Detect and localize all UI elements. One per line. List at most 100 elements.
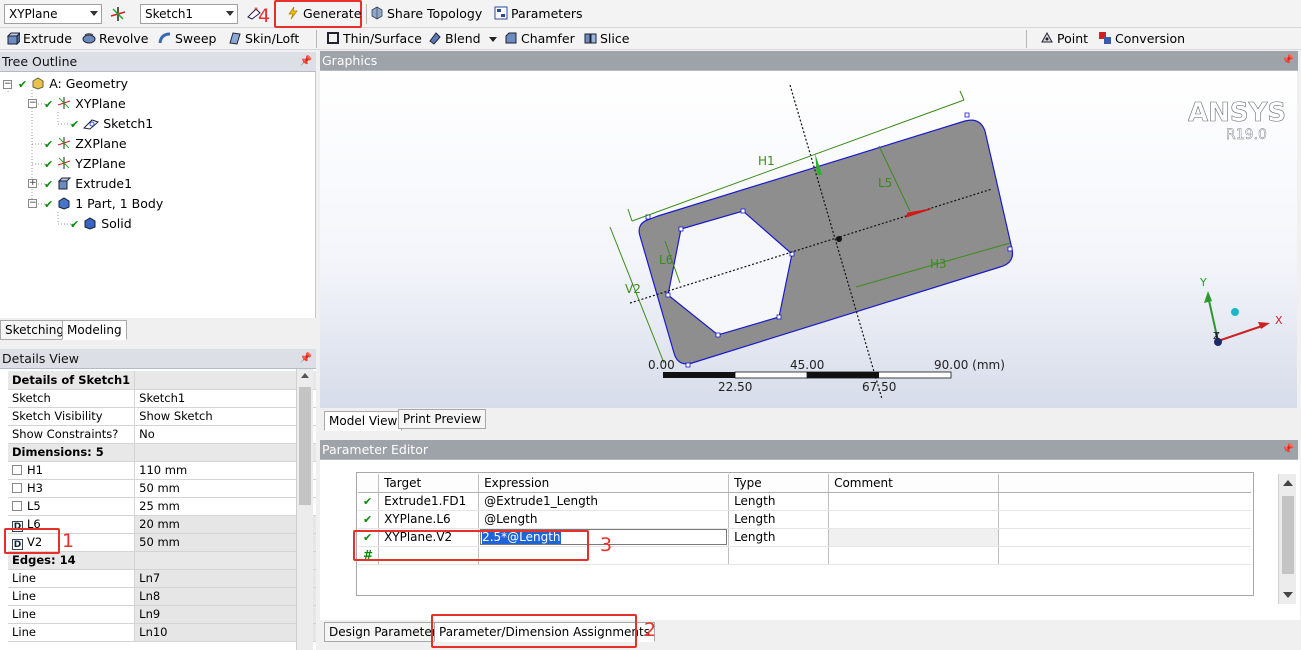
extrude-button[interactable]: Extrude: [6, 29, 72, 49]
tree-item-yzplane[interactable]: ✔ YZPlane: [44, 155, 126, 173]
new-plane-icon[interactable]: [110, 6, 126, 22]
skin-loft-button[interactable]: Skin/Loft: [228, 29, 299, 49]
tab-design-parameters[interactable]: Design Parameters: [324, 622, 448, 642]
tree-item-extrude1[interactable]: ✔ Extrude1: [44, 175, 132, 193]
tab-print-preview[interactable]: Print Preview: [398, 409, 487, 429]
column-header-target[interactable]: Target: [378, 474, 480, 493]
point-button[interactable]: Point: [1040, 29, 1088, 49]
parameter-checkbox[interactable]: [12, 501, 22, 511]
details-view: Details of Sketch1 Sketch Sketch1 Sketch Vi…: [0, 369, 316, 650]
plane-axis-icon: [58, 137, 71, 149]
scale-label: 0.00: [648, 358, 675, 372]
details-row[interactable]: H1 110 mm: [8, 461, 316, 480]
plane-select[interactable]: XYPlane: [4, 4, 102, 24]
check-icon: ✔: [44, 158, 54, 171]
details-scrollbar[interactable]: [296, 369, 313, 650]
parameter-scrollbar[interactable]: [1278, 474, 1296, 604]
chevron-down-icon[interactable]: [1283, 592, 1293, 598]
slice-icon: [584, 33, 597, 44]
details-row[interactable]: Show Constraints? No: [8, 425, 316, 444]
parameter-checkbox[interactable]: [12, 483, 22, 493]
details-row[interactable]: Sketch Visibility Show Sketch: [8, 407, 316, 426]
tree-item-parts[interactable]: ✔ 1 Part, 1 Body: [44, 195, 163, 213]
details-group-row: Dimensions: 5: [8, 443, 316, 462]
details-row[interactable]: Line Ln9: [8, 605, 316, 624]
tree-item-geometry[interactable]: ✔ A: Geometry: [18, 75, 128, 93]
parameters-button[interactable]: Parameters: [494, 4, 583, 24]
chevron-up-icon[interactable]: [1283, 480, 1293, 486]
revolve-button[interactable]: Revolve: [82, 29, 148, 49]
details-view-header: Details View 📌: [0, 349, 316, 369]
chevron-down-icon[interactable]: [488, 37, 497, 42]
lightning-icon: [288, 6, 298, 20]
graphics-header: Graphics 📌: [320, 51, 1298, 71]
thin-surface-button[interactable]: Thin/Surface: [326, 29, 422, 49]
version-label: R19.0: [1226, 127, 1267, 143]
tree-item-solid[interactable]: ✔ Solid: [70, 215, 132, 233]
tree-item-zxplane[interactable]: ✔ ZXPlane: [44, 135, 127, 153]
table-row[interactable]: ✔ Extrude1.FD1 @Extrude1_Length Length: [358, 492, 1251, 511]
collapse-toggle[interactable]: −: [3, 80, 12, 89]
blend-button[interactable]: Blend: [428, 29, 497, 49]
parameter-editor-header: Parameter Editor 📌: [320, 440, 1298, 460]
details-row[interactable]: Line Ln8: [8, 587, 316, 606]
details-row[interactable]: H3 50 mm: [8, 479, 316, 498]
generate-button[interactable]: Generate: [286, 4, 361, 24]
expand-toggle[interactable]: +: [28, 179, 37, 188]
pin-icon[interactable]: 📌: [1282, 51, 1294, 71]
chevron-up-icon[interactable]: [301, 373, 309, 378]
tree-item-sketch1[interactable]: ✔ Sketch1: [70, 115, 153, 133]
annotation-number-3: 3: [600, 534, 613, 556]
scale-label: 90.00 (mm): [934, 358, 1005, 372]
tab-modeling[interactable]: Modeling: [62, 320, 127, 340]
details-row[interactable]: Sketch Sketch1: [8, 389, 316, 408]
dim-l5-label[interactable]: L5: [878, 176, 892, 190]
model-view[interactable]: H1 L5 L6 V2 H3 ANSYS R19.0 0.00 45.00 90…: [320, 71, 1297, 408]
plane-axis-icon: [58, 157, 71, 169]
details-row[interactable]: Line Ln7: [8, 569, 316, 588]
dim-h1-label[interactable]: H1: [758, 154, 775, 168]
scale-label: 45.00: [790, 358, 824, 372]
column-header-expression[interactable]: Expression: [478, 474, 730, 493]
share-topology-icon: [371, 6, 383, 20]
geometry-icon: [32, 77, 44, 90]
extrude-icon: [6, 32, 20, 45]
pin-icon[interactable]: 📌: [300, 52, 312, 72]
graphics-viewport[interactable]: H1 L5 L6 V2 H3 ANSYS R19.0 0.00 45.00 90…: [320, 71, 1297, 408]
slice-button[interactable]: Slice: [583, 29, 629, 49]
share-topology-button[interactable]: Share Topology: [370, 4, 482, 24]
dim-v2-label[interactable]: V2: [625, 282, 641, 296]
dim-l6-label[interactable]: L6: [659, 253, 673, 267]
table-row[interactable]: ✔ XYPlane.L6 @Length Length: [358, 510, 1251, 529]
pin-icon[interactable]: 📌: [1282, 440, 1294, 460]
sweep-button[interactable]: Sweep: [158, 29, 216, 49]
tree-item-xyplane[interactable]: ✔ XYPlane: [44, 95, 126, 113]
tree-outline-header: Tree Outline 📌: [0, 52, 316, 72]
plane-axis-icon: [58, 97, 71, 109]
annotation-number-4: 4: [258, 5, 271, 27]
annotation-number-1: 1: [62, 530, 75, 552]
chamfer-button[interactable]: Chamfer: [504, 29, 575, 49]
tab-model-view[interactable]: Model View: [324, 411, 403, 431]
dim-h3-label[interactable]: H3: [930, 257, 947, 271]
check-icon: ✔: [44, 98, 54, 111]
tab-sketching[interactable]: Sketching: [0, 320, 69, 340]
check-icon: ✔: [18, 78, 28, 91]
sweep-icon: [158, 32, 171, 44]
scrollbar-thumb[interactable]: [1282, 496, 1294, 574]
parameter-checkbox[interactable]: [12, 465, 22, 475]
conversion-button[interactable]: Conversion: [1098, 29, 1185, 49]
axis-y-label: Y: [1199, 276, 1207, 289]
check-icon: ✔: [70, 118, 80, 131]
column-header-comment[interactable]: Comment: [828, 474, 1000, 493]
details-row[interactable]: Line Ln10: [8, 623, 316, 642]
collapse-toggle[interactable]: −: [28, 99, 37, 108]
column-header-type[interactable]: Type: [728, 474, 830, 493]
chevron-down-icon: [226, 11, 234, 16]
pin-icon[interactable]: 📌: [300, 349, 312, 369]
collapse-toggle[interactable]: −: [28, 199, 37, 208]
scrollbar-thumb[interactable]: [299, 387, 311, 505]
check-icon: ✔: [358, 492, 380, 511]
details-row[interactable]: L5 25 mm: [8, 497, 316, 516]
sketch-select[interactable]: Sketch1: [140, 4, 238, 24]
